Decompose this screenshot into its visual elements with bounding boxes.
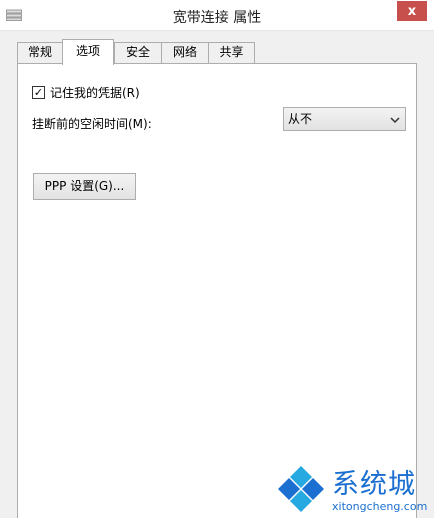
close-button[interactable]: x [397,1,427,21]
close-icon: x [407,3,417,19]
title-bar[interactable]: 宽带连接 属性 x [0,0,434,31]
remember-credentials-label: 记住我的凭据(R) [50,86,140,100]
tab-networking[interactable]: 网络 [161,42,209,63]
xitongcheng-logo-icon [278,466,324,512]
tab-general[interactable]: 常规 [17,42,63,63]
watermark-brand: 系统城 [332,469,416,500]
watermark-site: xitongcheng.com [332,500,428,513]
tab-options[interactable]: 选项 [62,39,114,65]
ppp-settings-button[interactable]: PPP 设置(G)... [33,173,136,200]
checkmark-icon: ✓ [33,86,44,99]
tab-sharing[interactable]: 共享 [208,42,255,63]
remember-credentials-row[interactable]: ✓ 记住我的凭据(R) [32,84,140,101]
window-title: 宽带连接 属性 [172,10,262,26]
options-panel: ✓ 记住我的凭据(R) 挂断前的空闲时间(M): 从不 PPP 设置(G)... [17,63,417,518]
idle-time-label: 挂断前的空闲时间(M): [32,117,152,131]
tab-security[interactable]: 安全 [114,42,162,63]
chevron-down-icon [390,117,400,124]
watermark: 系统城 xitongcheng.com [274,458,434,518]
remember-credentials-checkbox[interactable]: ✓ [32,86,45,99]
idle-time-value: 从不 [288,112,313,126]
idle-time-select[interactable]: 从不 [283,107,406,131]
